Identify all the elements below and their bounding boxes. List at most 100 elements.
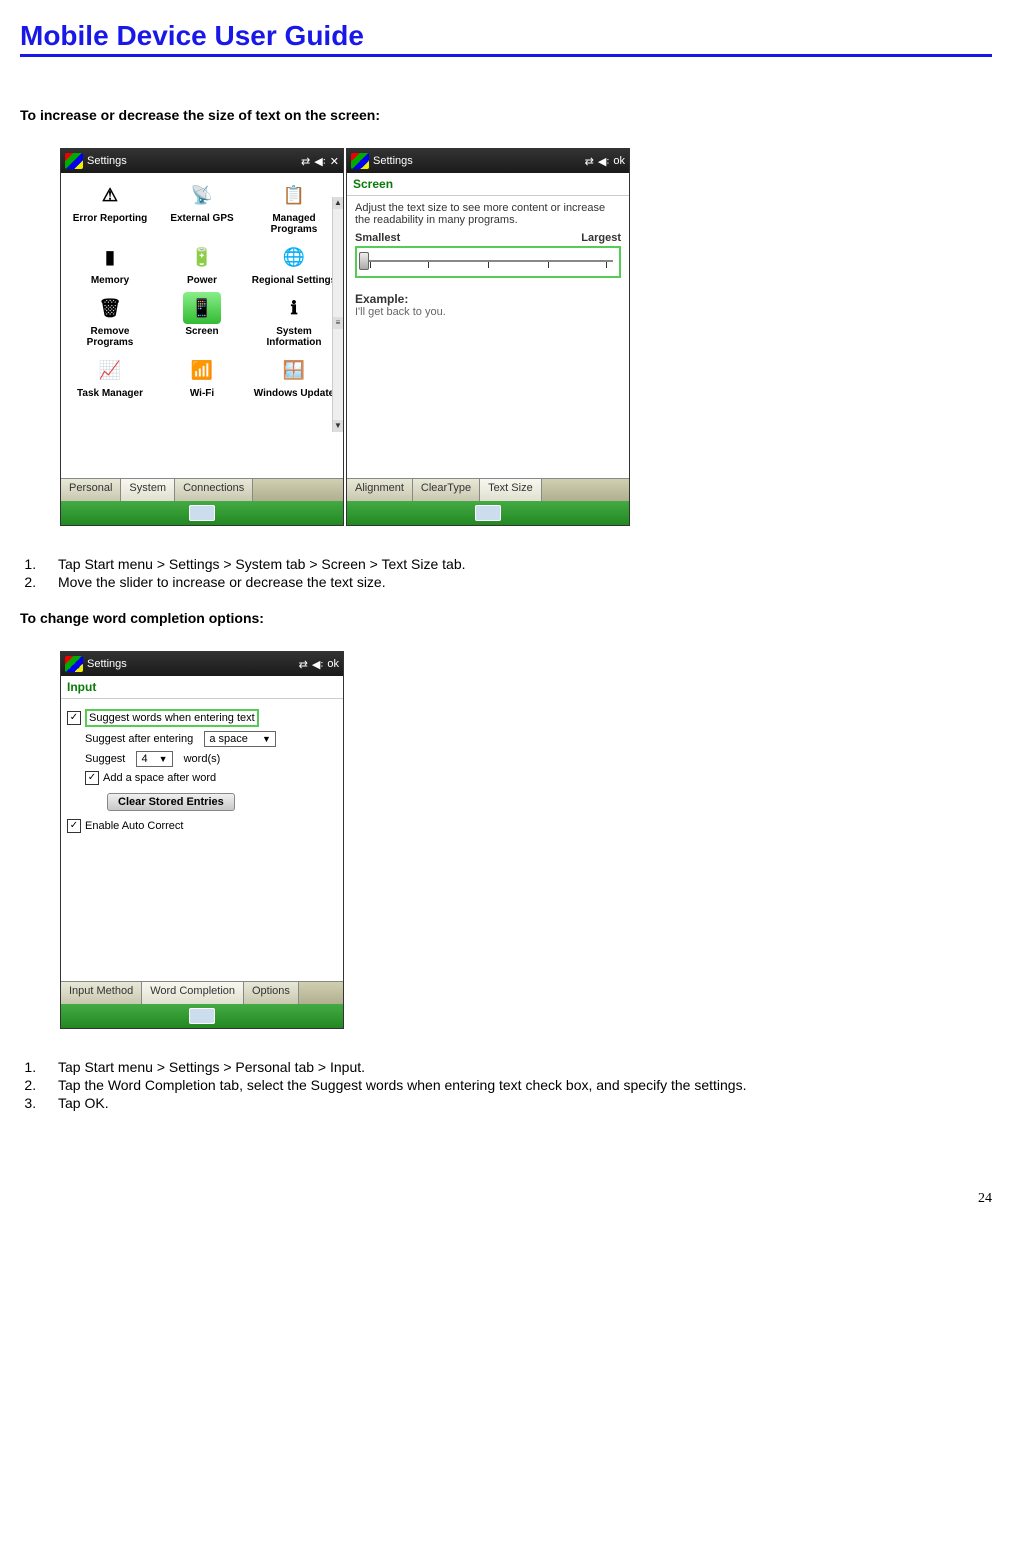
tab-input-method[interactable]: Input Method [61, 982, 142, 1004]
system-information-icon: ℹ [275, 292, 313, 324]
option-auto-correct: Enable Auto Correct [85, 820, 183, 832]
signal-icon: ⇄ [585, 155, 594, 168]
section-text-size-heading: To increase or decrease the size of text… [20, 107, 992, 123]
signal-icon: ⇄ [301, 155, 310, 168]
dropdown-word-count[interactable]: 4 ▼ [136, 751, 172, 767]
settings-item-task-manager[interactable]: 📈 Task Manager [65, 352, 155, 401]
step-item: Tap OK. [40, 1095, 992, 1111]
settings-item-label: Managed Programs [251, 213, 337, 235]
step-item: Tap the Word Completion tab, select the … [40, 1077, 992, 1093]
settings-item-label: Power [187, 275, 217, 286]
settings-item-power[interactable]: 🔋 Power [157, 239, 247, 288]
remove-programs-icon: 🗑 [91, 292, 129, 324]
settings-item-memory[interactable]: ▮Memory [65, 239, 155, 288]
start-icon[interactable] [65, 153, 83, 169]
ok-button[interactable]: ok [327, 658, 339, 670]
tab-options[interactable]: Options [244, 982, 299, 1004]
slider-thumb[interactable] [359, 252, 369, 270]
settings-item-regional-settings[interactable]: 🌐 Regional Settings [249, 239, 339, 288]
screen-icon: 📱 [183, 292, 221, 324]
tab-bar: Input MethodWord CompletionOptions [61, 981, 343, 1004]
tab-alignment[interactable]: Alignment [347, 479, 413, 501]
settings-item-label: Windows Update [254, 388, 334, 399]
signal-icon: ⇄ [299, 658, 308, 671]
task-manager-icon: 📈 [91, 354, 129, 386]
start-icon[interactable] [351, 153, 369, 169]
chevron-down-icon: ▼ [262, 734, 271, 744]
error-reporting-icon: ⚠ [91, 179, 129, 211]
screenshot-screen-textsize: Settings ⇄ ◀꞉ ok Screen Adjust the text … [346, 148, 630, 526]
step-item: Tap Start menu > Settings > System tab >… [40, 556, 992, 572]
dropdown-after-entering[interactable]: a space ▼ [204, 731, 276, 747]
example-text: I'll get back to you. [355, 306, 621, 318]
power-icon: 🔋 [183, 241, 221, 273]
settings-item-external-gps[interactable]: 📡External GPS [157, 177, 247, 237]
screenshots-row-1: Settings ⇄ ◀꞉ ✕ ⚠ Error Reporting 📡Externa… [60, 148, 992, 526]
volume-icon: ◀꞉ [312, 658, 324, 671]
titlebar-text: Settings [373, 155, 413, 167]
settings-item-remove-programs[interactable]: 🗑Remove Programs [65, 290, 155, 350]
softkey-bar [61, 1004, 343, 1028]
scrollbar[interactable]: ▲ ≡ ▼ [332, 197, 343, 432]
settings-item-label: Wi-Fi [190, 388, 214, 399]
checkbox-auto-correct[interactable]: ✓ [67, 819, 81, 833]
ok-button[interactable]: ok [613, 155, 625, 167]
volume-icon: ◀꞉ [314, 155, 326, 168]
settings-item-label: System Information [251, 326, 337, 348]
settings-item-screen[interactable]: 📱 Screen [157, 290, 247, 350]
tab-bar: AlignmentClearTypeText Size [347, 478, 629, 501]
label-words: word(s) [184, 753, 221, 765]
titlebar-text: Settings [87, 658, 127, 670]
tab-bar: PersonalSystemConnections [61, 478, 343, 501]
tab-system[interactable]: System [121, 479, 175, 501]
slider-min-label: Smallest [355, 232, 400, 244]
label-suggest-after: Suggest after entering [85, 733, 193, 745]
settings-item-system-information[interactable]: ℹSystem Information [249, 290, 339, 350]
checkbox-suggest-words[interactable]: ✓ [67, 711, 81, 725]
close-button[interactable]: ✕ [330, 155, 339, 168]
scroll-up-icon[interactable]: ▲ [333, 197, 343, 209]
keyboard-icon[interactable] [189, 1008, 215, 1024]
tab-cleartype[interactable]: ClearType [413, 479, 480, 501]
screenshot-settings-system: Settings ⇄ ◀꞉ ✕ ⚠ Error Reporting 📡Externa… [60, 148, 344, 526]
settings-item-label: Screen [185, 326, 218, 337]
scroll-mid-icon[interactable]: ≡ [333, 317, 343, 329]
clear-stored-entries-button[interactable]: Clear Stored Entries [107, 793, 235, 811]
label-suggest-count: Suggest [85, 753, 125, 765]
settings-item-wi-fi[interactable]: 📶Wi-Fi [157, 352, 247, 401]
step-item: Move the slider to increase or decrease … [40, 574, 992, 590]
settings-item-error-reporting[interactable]: ⚠ Error Reporting [65, 177, 155, 237]
scroll-down-icon[interactable]: ▼ [333, 420, 343, 432]
screenshots-row-2: Settings ⇄ ◀꞉ ok Input ✓ Suggest words w… [60, 651, 992, 1029]
step-item: Tap Start menu > Settings > Personal tab… [40, 1059, 992, 1075]
keyboard-icon[interactable] [475, 505, 501, 521]
text-size-slider[interactable] [355, 246, 621, 278]
settings-item-windows-update[interactable]: 🪟 Windows Update [249, 352, 339, 401]
settings-item-label: Regional Settings [252, 275, 336, 286]
settings-item-managed-programs[interactable]: 📋Managed Programs [249, 177, 339, 237]
section-word-completion-heading: To change word completion options: [20, 610, 992, 626]
tab-text-size[interactable]: Text Size [480, 479, 542, 501]
start-icon[interactable] [65, 656, 83, 672]
page-number: 24 [20, 1191, 992, 1207]
regional-settings-icon: 🌐 [275, 241, 313, 273]
screenshot-input-wordcompletion: Settings ⇄ ◀꞉ ok Input ✓ Suggest words w… [60, 651, 344, 1029]
slider-max-label: Largest [581, 232, 621, 244]
panel-title: Screen [347, 173, 629, 196]
titlebar: Settings ⇄ ◀꞉ ✕ [61, 149, 343, 173]
panel-title: Input [61, 676, 343, 699]
chevron-down-icon: ▼ [159, 754, 168, 764]
tab-connections[interactable]: Connections [175, 479, 253, 501]
settings-item-label: Task Manager [77, 388, 143, 399]
tab-word-completion[interactable]: Word Completion [142, 982, 244, 1004]
keyboard-icon[interactable] [189, 505, 215, 521]
external-gps-icon: 📡 [183, 179, 221, 211]
settings-item-label: Error Reporting [73, 213, 147, 224]
titlebar-text: Settings [87, 155, 127, 167]
tab-personal[interactable]: Personal [61, 479, 121, 501]
memory-icon: ▮ [91, 241, 129, 273]
titlebar: Settings ⇄ ◀꞉ ok [61, 652, 343, 676]
checkbox-add-space[interactable]: ✓ [85, 771, 99, 785]
windows-update-icon: 🪟 [275, 354, 313, 386]
steps-word-completion: Tap Start menu > Settings > Personal tab… [20, 1059, 992, 1111]
